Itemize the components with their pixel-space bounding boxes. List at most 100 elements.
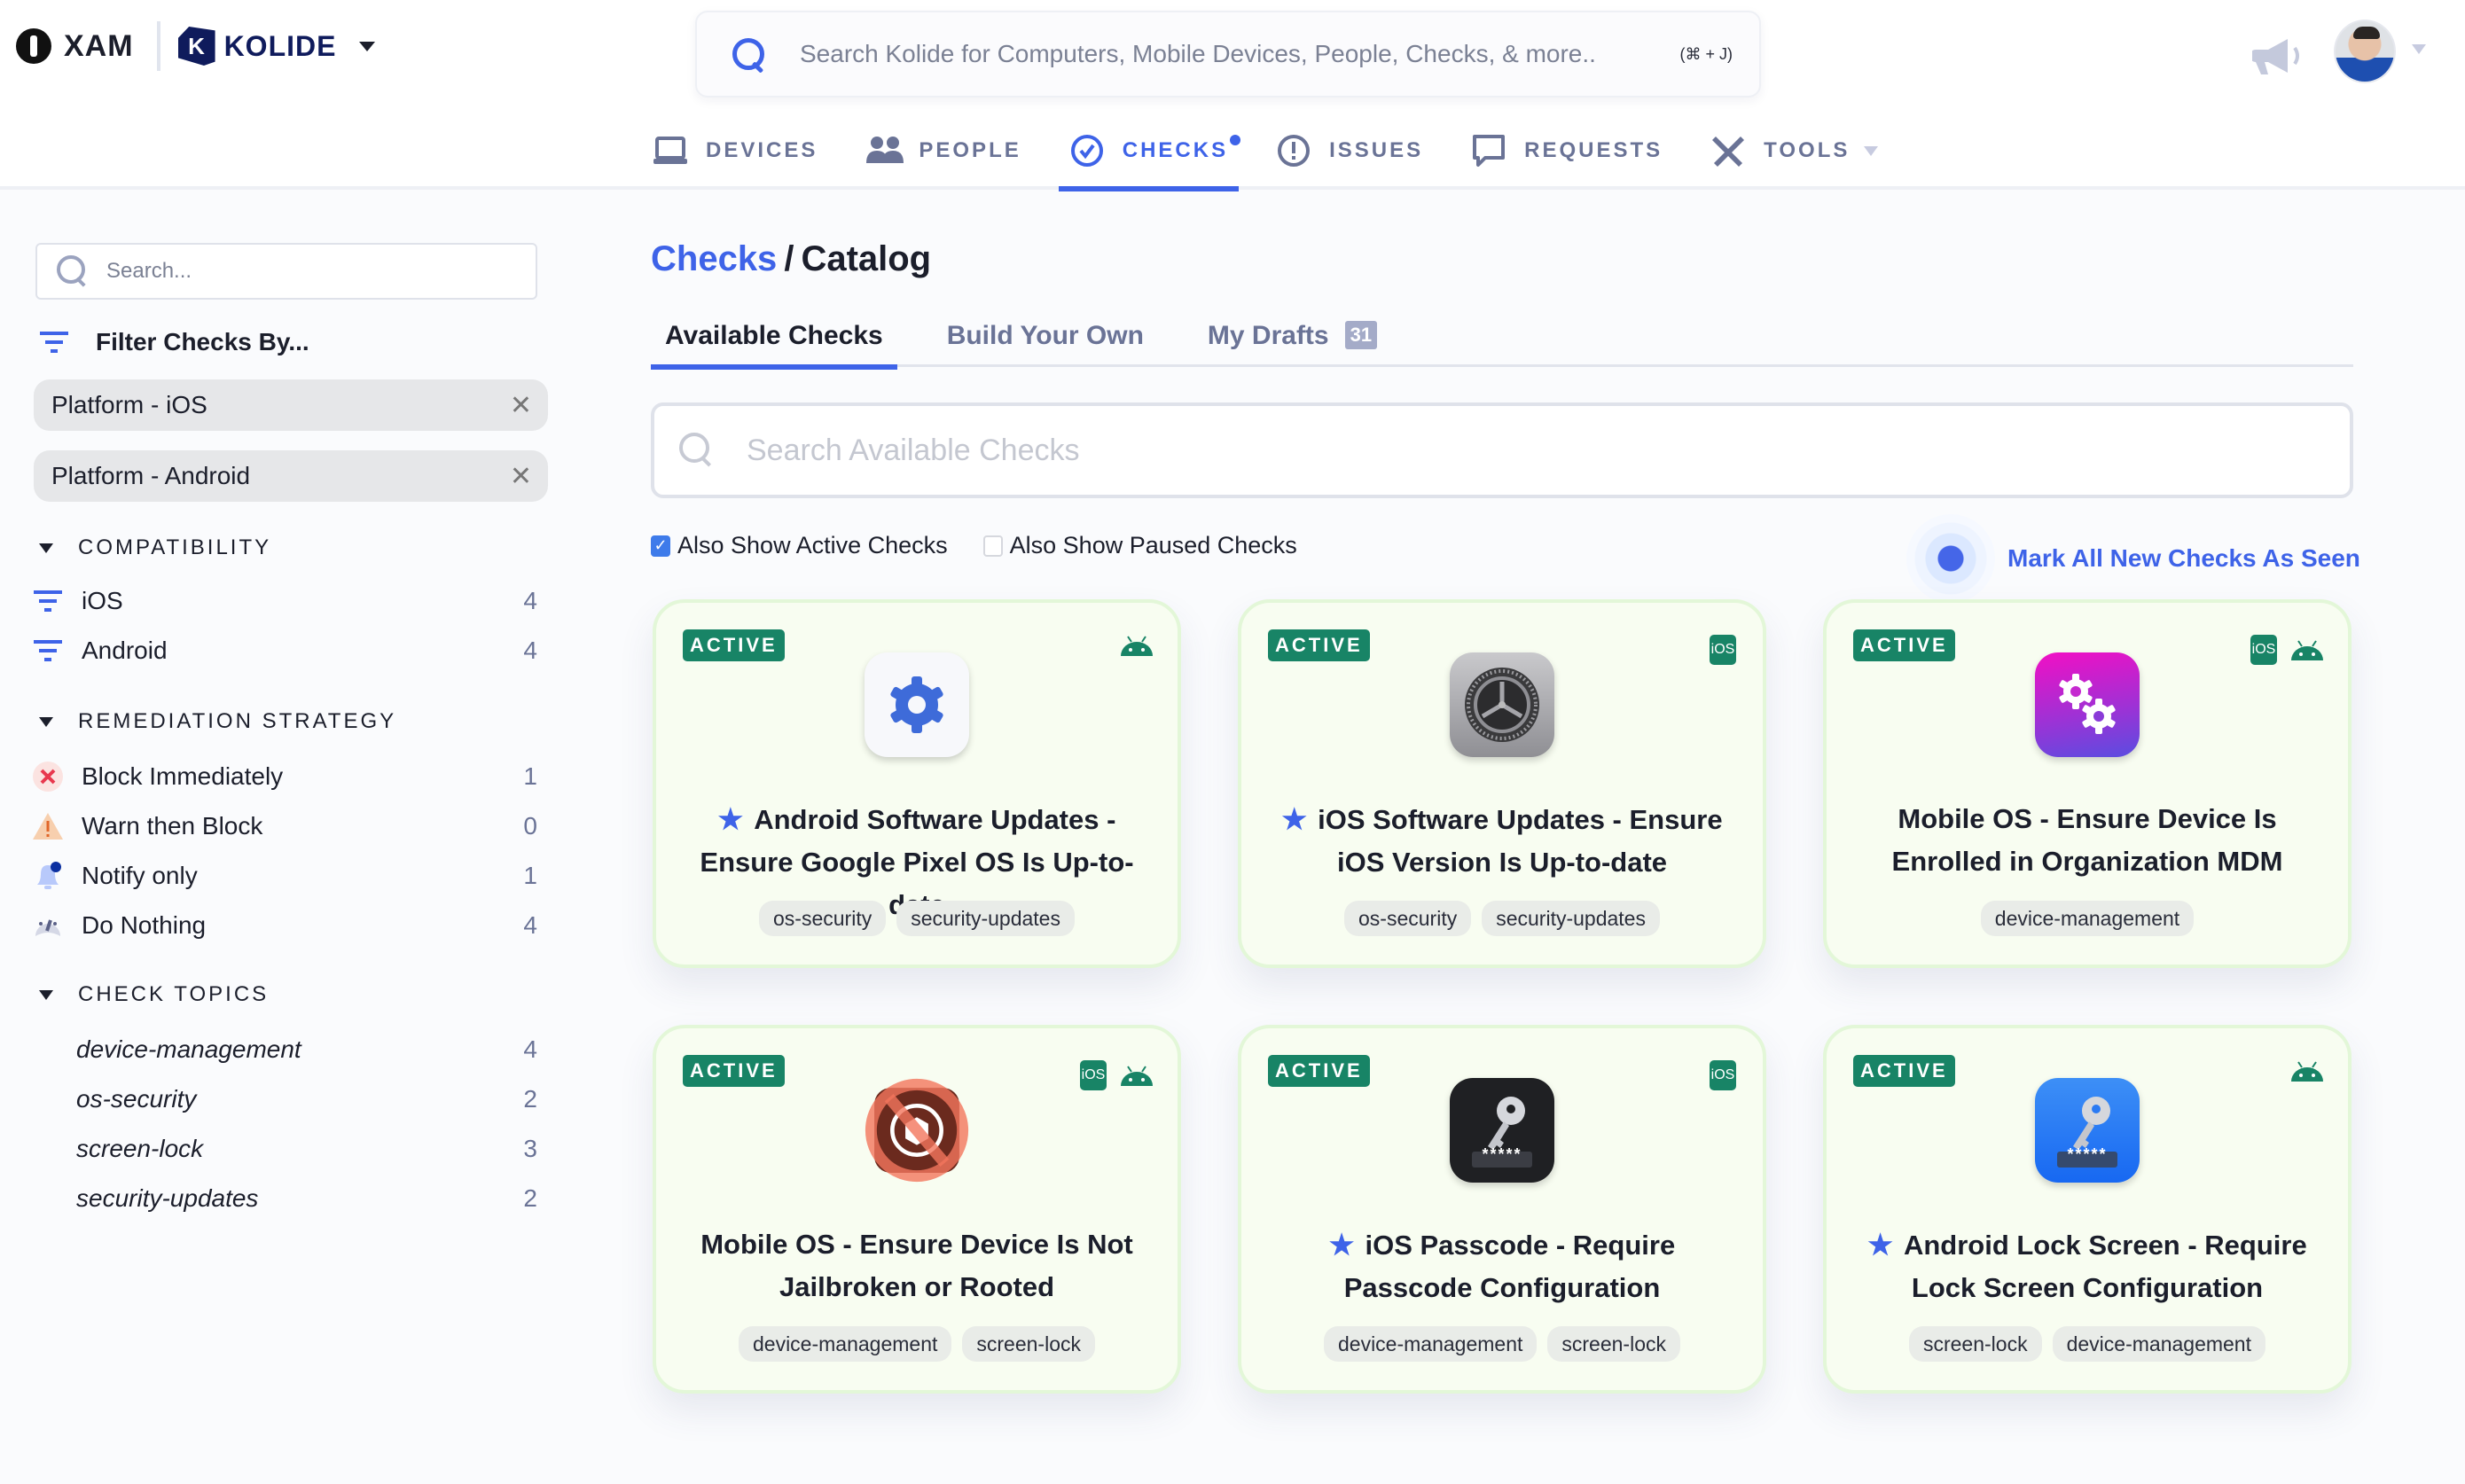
- section-topics-toggle[interactable]: CHECK TOPICS: [39, 982, 269, 1007]
- sidebar-filter-ios[interactable]: iOS 4: [32, 582, 537, 621]
- platform-icons: [2289, 1060, 2323, 1082]
- topic-tag[interactable]: device-management: [2052, 1326, 2265, 1362]
- status-badge: ACTIVE: [683, 1055, 785, 1087]
- search-icon: [731, 36, 766, 72]
- global-search-placeholder: Search Kolide for Computers, Mobile Devi…: [800, 40, 1596, 67]
- featured-star-icon: ★: [717, 803, 744, 835]
- filter-count: 4: [523, 587, 537, 614]
- topic-tag[interactable]: security-updates: [896, 901, 1075, 936]
- announcements-megaphone-icon[interactable]: [2250, 35, 2309, 76]
- nav-requests[interactable]: REQUESTS: [1460, 115, 1673, 186]
- topic-count: 2: [523, 1184, 537, 1212]
- nav-people[interactable]: PEOPLE: [855, 115, 1031, 186]
- filter-icon: [32, 585, 64, 617]
- filter-icon: [32, 635, 64, 667]
- section-compatibility-toggle[interactable]: COMPATIBILITY: [39, 535, 271, 560]
- filter-heading-label: Filter Checks By...: [96, 328, 309, 355]
- topic-tag[interactable]: os-security: [759, 901, 887, 936]
- remove-filter-close-icon[interactable]: ✕: [510, 390, 532, 421]
- sidebar-filter-block-immediately[interactable]: Block Immediately 1: [32, 757, 537, 796]
- sidebar-topic-screen-lock[interactable]: screen-lock 3: [32, 1129, 537, 1168]
- sidebar-topic-os-security[interactable]: os-security 2: [32, 1080, 537, 1119]
- topic-tag[interactable]: device-management: [1980, 901, 2195, 936]
- speech-bubble-icon: [1471, 133, 1506, 168]
- topic-label: os-security: [76, 1085, 197, 1113]
- tab-available-checks[interactable]: Available Checks: [651, 316, 897, 370]
- search-available-checks-input[interactable]: Search Available Checks: [651, 402, 2353, 498]
- nav-checks[interactable]: CHECKS: [1058, 115, 1241, 191]
- active-filter-chip[interactable]: Platform - Android ✕: [34, 450, 548, 502]
- topic-tag[interactable]: screen-lock: [962, 1326, 1095, 1362]
- check-title[interactable]: Mobile OS - Ensure Device Is Not Jailbro…: [683, 1223, 1151, 1308]
- filter-count: 4: [523, 911, 537, 939]
- check-title[interactable]: ★ iOS Software Updates - Ensure iOS Versi…: [1268, 798, 1736, 884]
- ios-icon: iOS: [1710, 635, 1736, 665]
- org-name: XAM: [64, 28, 134, 63]
- topic-tag[interactable]: device-management: [1323, 1326, 1538, 1362]
- ios-icon: iOS: [2250, 635, 2277, 665]
- show-active-checks-checkbox[interactable]: ✓ Also Show Active Checks: [651, 532, 948, 559]
- check-card[interactable]: ACTIVE iOS ★ iOS Software Updates - Ensur…: [1238, 599, 1766, 968]
- status-badge: ACTIVE: [683, 629, 785, 661]
- sidebar-topic-security-updates[interactable]: security-updates 2: [32, 1179, 537, 1218]
- sidebar-filter-notify-only[interactable]: Notify only 1: [32, 856, 537, 895]
- passcode-mask-text: *****: [1482, 1145, 1522, 1163]
- checkbox-unchecked-icon[interactable]: [982, 535, 1003, 557]
- topic-count: 3: [523, 1135, 537, 1162]
- check-title[interactable]: ★ iOS Passcode - Require Passcode Configu…: [1268, 1223, 1736, 1309]
- tab-build-your-own[interactable]: Build Your Own: [933, 316, 1158, 367]
- check-title[interactable]: Mobile OS - Ensure Device Is Enrolled in…: [1853, 798, 2321, 883]
- topic-tag[interactable]: os-security: [1344, 901, 1472, 936]
- check-title[interactable]: ★ Android Lock Screen - Require Lock Scre…: [1853, 1223, 2321, 1309]
- user-avatar[interactable]: [2334, 20, 2396, 83]
- topic-label: security-updates: [76, 1184, 259, 1212]
- global-search-input[interactable]: Search Kolide for Computers, Mobile Devi…: [695, 11, 1761, 98]
- nav-tools[interactable]: TOOLS: [1700, 115, 1889, 186]
- mark-all-seen-button[interactable]: Mark All New Checks As Seen: [1906, 514, 2360, 603]
- show-paused-checks-checkbox[interactable]: Also Show Paused Checks: [982, 532, 1297, 559]
- bell-notify-icon: [32, 860, 64, 892]
- search-icon: [679, 433, 715, 468]
- check-card[interactable]: ACTIVE iOS Mobile OS - Ensure Device Is …: [1823, 599, 2352, 968]
- topic-tag[interactable]: security-updates: [1482, 901, 1660, 936]
- breadcrumb-checks-link[interactable]: Checks: [651, 239, 777, 278]
- check-title-text: iOS Software Updates - Ensure iOS Versio…: [1318, 804, 1723, 878]
- check-card[interactable]: ACTIVE iOS ***** ★ iOS Passcode - Require…: [1238, 1025, 1766, 1394]
- section-title: COMPATIBILITY: [78, 535, 272, 559]
- active-filter-label: Platform - Android: [51, 462, 251, 489]
- sidebar-search-input[interactable]: Search...: [35, 243, 537, 300]
- blue-passcode-key-icon: *****: [2035, 1078, 2140, 1183]
- brand[interactable]: XAM K KOLIDE: [16, 21, 376, 71]
- dark-passcode-key-icon: *****: [1450, 1078, 1554, 1183]
- topic-tag[interactable]: screen-lock: [1908, 1326, 2042, 1362]
- check-card[interactable]: ACTIVE iOS Mobile OS - Ensure Device Is …: [653, 1025, 1181, 1394]
- sidebar-topic-device-management[interactable]: device-management 4: [32, 1030, 537, 1069]
- check-card[interactable]: ACTIVE ***** ★ Android Lock Screen - Requ…: [1823, 1025, 2352, 1394]
- topic-tag[interactable]: device-management: [738, 1326, 952, 1362]
- drafts-count-badge: 31: [1344, 321, 1378, 349]
- check-circle-icon: [1069, 133, 1105, 168]
- keyboard-shortcut-hint: (⌘ + J): [1679, 44, 1733, 63]
- tab-my-drafts[interactable]: My Drafts 31: [1193, 316, 1391, 367]
- check-title-text: Mobile OS - Ensure Device Is Enrolled in…: [1891, 803, 2283, 877]
- check-card[interactable]: ACTIVE ★ Android Software Updates - Ensur…: [653, 599, 1181, 968]
- active-filter-chip[interactable]: Platform - iOS ✕: [34, 379, 548, 431]
- topic-tag[interactable]: screen-lock: [1547, 1326, 1680, 1362]
- sidebar-filter-android[interactable]: Android 4: [32, 631, 537, 670]
- active-filter-label: Platform - iOS: [51, 391, 207, 418]
- sidebar-filter-do-nothing[interactable]: Do Nothing 4: [32, 906, 537, 945]
- nav-devices[interactable]: DEVICES: [642, 115, 828, 186]
- nav-issues[interactable]: ISSUES: [1265, 115, 1434, 186]
- remove-filter-close-icon[interactable]: ✕: [510, 461, 532, 492]
- sidebar-filter-warn-then-block[interactable]: Warn then Block 0: [32, 807, 537, 846]
- android-icon: [2289, 639, 2323, 660]
- brand-name: KOLIDE: [223, 29, 337, 62]
- user-menu-caret-icon[interactable]: [2412, 44, 2426, 54]
- featured-star-icon: ★: [1281, 803, 1308, 835]
- top-bar: XAM K KOLIDE Search Kolide for Computers…: [0, 0, 2465, 191]
- ios-icon: iOS: [1710, 1060, 1736, 1090]
- brand-dropdown-caret-icon[interactable]: [359, 41, 376, 51]
- checkbox-checked-icon[interactable]: ✓: [651, 535, 670, 557]
- check-title-text: iOS Passcode - Require Passcode Configur…: [1343, 1230, 1676, 1303]
- section-remediation-toggle[interactable]: REMEDIATION STRATEGY: [39, 709, 396, 734]
